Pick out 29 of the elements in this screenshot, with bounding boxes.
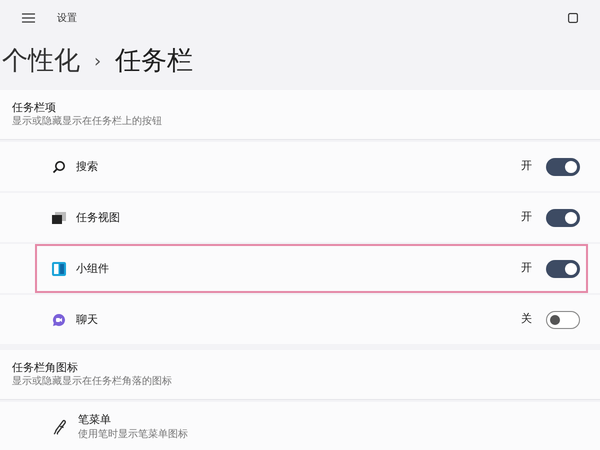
maximize-icon[interactable]	[568, 13, 578, 23]
toggle-state-label: 开	[521, 158, 532, 174]
setting-label: 笔菜单	[78, 412, 112, 428]
window-title: 设置	[57, 12, 77, 26]
toggle-switch[interactable]	[546, 158, 580, 176]
toggle-switch[interactable]	[546, 208, 580, 226]
setting-label: 小组件	[76, 260, 110, 276]
section-subtitle: 显示或隐藏显示在任务栏角落的图标	[12, 375, 173, 389]
toggle-state-label: 关	[521, 311, 532, 328]
section-title: 任务栏项	[12, 100, 57, 115]
menu-icon[interactable]	[22, 13, 35, 23]
setting-label: 搜索	[76, 158, 99, 174]
section-title: 任务栏角图标	[12, 360, 79, 375]
widgets-icon	[52, 262, 66, 276]
toggle-state-label: 开	[521, 260, 532, 276]
search-icon	[52, 160, 66, 174]
breadcrumb-parent[interactable]: 个性化	[2, 42, 80, 80]
toggle-state-label: 开	[521, 209, 532, 226]
setting-description: 使用笔时显示笔菜单图标	[78, 428, 189, 442]
breadcrumb-separator: ›	[94, 50, 102, 74]
toggle-switch[interactable]	[546, 260, 580, 278]
chat-icon	[52, 312, 66, 326]
toggle-switch[interactable]	[546, 310, 580, 328]
setting-label: 任务视图	[76, 210, 121, 226]
pen-icon	[52, 418, 68, 436]
section-subtitle: 显示或隐藏显示在任务栏上的按钮	[12, 115, 163, 129]
page-title: 任务栏	[115, 44, 194, 78]
windows-icon	[52, 212, 66, 224]
setting-label: 聊天	[76, 312, 99, 328]
